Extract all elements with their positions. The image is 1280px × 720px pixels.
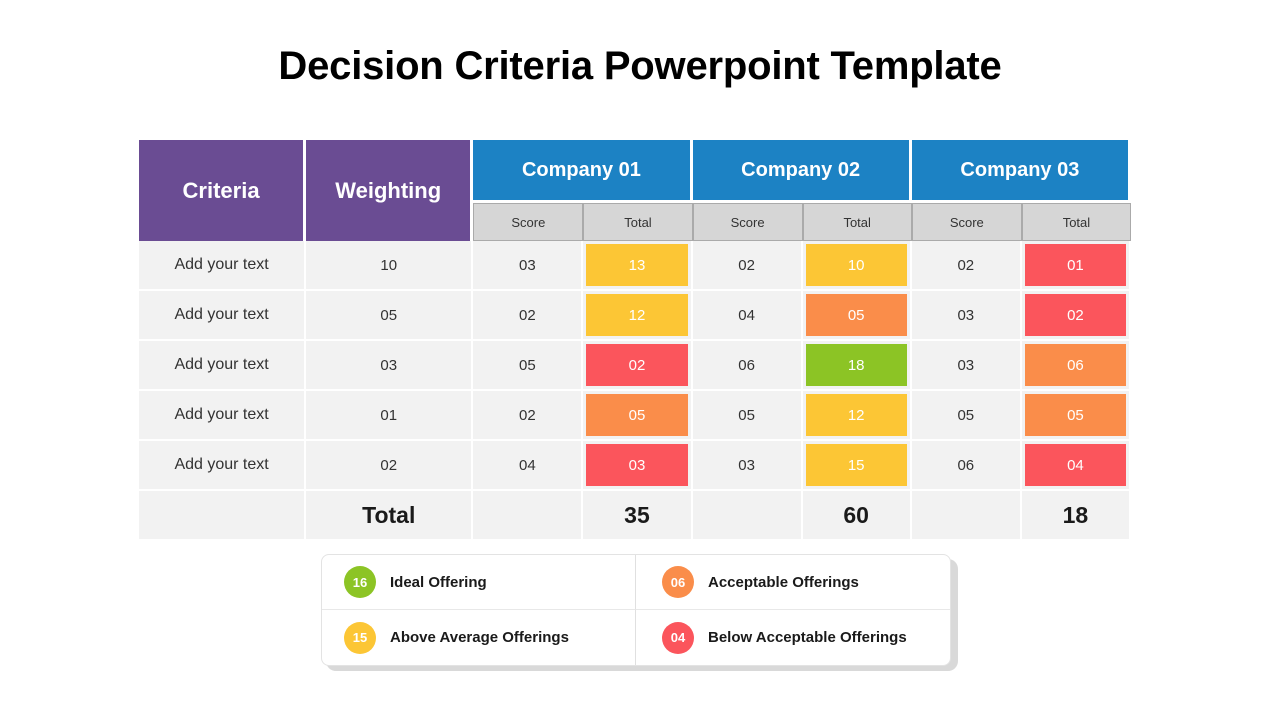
cell-criteria: Add your text [139,441,307,491]
cell-criteria: Add your text [139,391,307,441]
header-criteria: Criteria [139,140,307,241]
table-row: Add your text 02 04 03 03 15 06 04 [139,441,1131,491]
score-chip: 01 [1024,244,1126,286]
page-title: Decision Criteria Powerpoint Template [278,44,1002,88]
cell-score-c3: 02 [911,241,1022,291]
cell-weighting: 03 [306,341,474,391]
cell-score-c3: 03 [911,291,1022,341]
score-chip: 02 [1024,294,1126,336]
subheader-score-c3: Score [911,203,1022,241]
legend-card: 16 Ideal Offering 06 Acceptable Offering… [321,554,951,666]
cell-score-c3: 06 [911,441,1022,491]
cell-total-c1: 12 [583,291,693,341]
legend-label-below-acceptable: Below Acceptable Offerings [708,629,907,646]
cell-total-c2: 10 [802,241,912,291]
score-chip: 18 [805,344,907,386]
cell-score-c1: 05 [473,341,584,391]
score-chip: 13 [586,244,688,286]
legend-badge-above-average: 15 [344,621,376,654]
cell-total-c1: 13 [583,241,693,291]
table-body: Add your text 10 03 13 02 10 02 01 Add your text… [139,241,1131,491]
total-value-c3: 18 [1021,491,1131,539]
cell-score-c2: 03 [692,441,803,491]
table-row: Add your text 01 02 05 05 12 05 05 [139,391,1131,441]
cell-total-c2: 05 [802,291,912,341]
cell-score-c3: 05 [911,391,1022,441]
header-company-02: Company 02 [692,140,912,203]
score-chip: 02 [586,344,688,386]
subheader-total-c1: Total [583,203,693,241]
cell-score-c1: 02 [473,391,584,441]
total-empty-score-c2 [692,491,803,539]
total-value-c1: 35 [583,491,693,539]
score-chip: 12 [586,294,688,336]
cell-score-c1: 02 [473,291,584,341]
cell-total-c1: 03 [583,441,693,491]
table-row: Add your text 05 02 12 04 05 03 02 [139,291,1131,341]
total-empty-score-c1 [473,491,584,539]
score-chip: 05 [1024,394,1126,436]
cell-score-c2: 02 [692,241,803,291]
table-header-row-primary: Criteria Weighting Company 01 Company 02… [139,140,1131,241]
table-row: Add your text 03 05 02 06 18 03 06 [139,341,1131,391]
cell-total-c3: 04 [1021,441,1131,491]
cell-score-c1: 03 [473,241,584,291]
cell-total-c2: 18 [802,341,912,391]
cell-weighting: 01 [306,391,474,441]
legend-item-below-acceptable: 04 Below Acceptable Offerings [636,610,950,665]
total-empty-score-c3 [911,491,1022,539]
cell-score-c1: 04 [473,441,584,491]
cell-total-c2: 15 [802,441,912,491]
legend-item-acceptable: 06 Acceptable Offerings [636,555,950,610]
total-value-c2: 60 [802,491,912,539]
legend-item-above-average: 15 Above Average Offerings [322,610,636,665]
cell-total-c1: 05 [583,391,693,441]
score-chip: 10 [805,244,907,286]
score-chip: 03 [586,444,688,486]
header-company-03: Company 03 [911,140,1131,203]
cell-score-c2: 05 [692,391,803,441]
table-total-row: Total 35 60 18 [139,491,1131,539]
cell-criteria: Add your text [139,241,307,291]
cell-score-c3: 03 [911,341,1022,391]
score-chip: 06 [1024,344,1126,386]
subheader-total-c3: Total [1021,203,1131,241]
total-label: Total [306,491,474,539]
total-empty-criteria [139,491,307,539]
subheader-score-c1: Score [473,203,584,241]
cell-weighting: 05 [306,291,474,341]
cell-total-c3: 02 [1021,291,1131,341]
score-chip: 12 [805,394,907,436]
cell-total-c3: 05 [1021,391,1131,441]
legend-badge-ideal: 16 [344,566,376,598]
cell-criteria: Add your text [139,341,307,391]
cell-weighting: 10 [306,241,474,291]
slide: Decision Criteria Powerpoint Template Cr… [0,0,1280,720]
header-company-01: Company 01 [473,140,693,203]
subheader-score-c2: Score [692,203,803,241]
table-row: Add your text 10 03 13 02 10 02 01 [139,241,1131,291]
cell-total-c1: 02 [583,341,693,391]
score-chip: 15 [805,444,907,486]
score-chip: 05 [586,394,688,436]
legend-badge-below-acceptable: 04 [662,621,694,654]
legend-label-ideal: Ideal Offering [390,573,487,591]
cell-total-c3: 06 [1021,341,1131,391]
legend-badge-acceptable: 06 [662,566,694,598]
legend-item-ideal: 16 Ideal Offering [322,555,636,610]
cell-weighting: 02 [306,441,474,491]
subheader-total-c2: Total [802,203,912,241]
cell-score-c2: 06 [692,341,803,391]
cell-criteria: Add your text [139,291,307,341]
score-chip: 04 [1024,444,1126,486]
score-chip: 05 [805,294,907,336]
cell-score-c2: 04 [692,291,803,341]
cell-total-c2: 12 [802,391,912,441]
cell-total-c3: 01 [1021,241,1131,291]
decision-matrix-table: Criteria Weighting Company 01 Company 02… [139,140,1131,539]
legend-label-above-average: Above Average Offerings [390,629,569,646]
header-weighting: Weighting [306,140,474,241]
legend-label-acceptable: Acceptable Offerings [708,573,859,591]
